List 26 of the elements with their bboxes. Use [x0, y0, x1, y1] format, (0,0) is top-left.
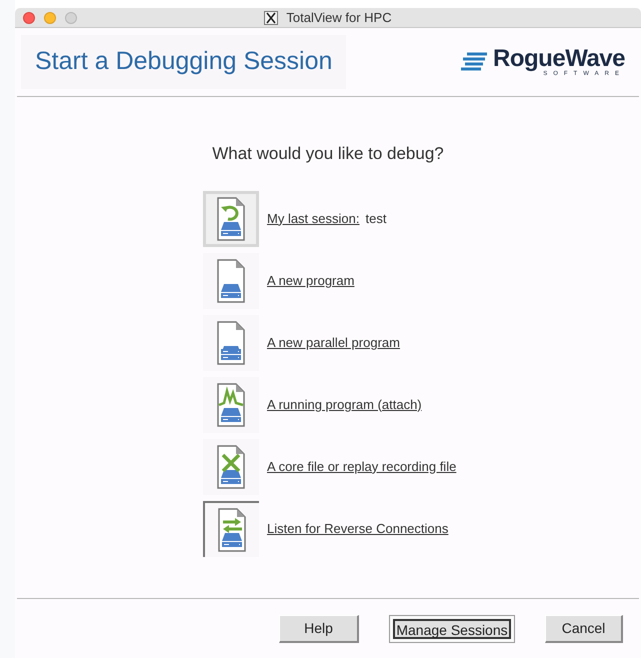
- logo-mark-icon: [461, 52, 490, 72]
- option-tile[interactable]: [203, 376, 259, 432]
- option-link[interactable]: Listen for Reverse Connections: [267, 518, 448, 538]
- option-tile[interactable]: [203, 438, 259, 494]
- session-name: test: [365, 210, 386, 228]
- option-link[interactable]: My last session:: [267, 208, 360, 228]
- dialog-button[interactable]: Help: [279, 614, 359, 642]
- dialog-heading: Start a Debugging Session: [21, 35, 346, 89]
- option-link[interactable]: A core file or replay recording file: [267, 456, 456, 476]
- dialog-button[interactable]: Manage Sessions: [389, 614, 515, 642]
- window-title: TotalView for HPC: [286, 8, 392, 27]
- waveform-file-icon: [215, 382, 247, 426]
- program-file-icon: [215, 258, 247, 302]
- app-icon: [264, 10, 278, 24]
- arrows-file-icon: [216, 508, 248, 552]
- option-tile[interactable]: [203, 314, 259, 370]
- logo-name: RogueWave: [493, 47, 625, 71]
- prompt-text: What would you like to debug?: [212, 143, 444, 165]
- close-icon[interactable]: [23, 12, 35, 24]
- option-tile[interactable]: [203, 252, 259, 308]
- option-link[interactable]: A new program: [267, 270, 354, 290]
- option-link[interactable]: A new parallel program: [267, 332, 400, 352]
- dialog-button[interactable]: Cancel: [545, 614, 623, 642]
- option-tile[interactable]: [203, 500, 259, 556]
- parallel-program-icon: [215, 320, 247, 364]
- option-link[interactable]: A running program (attach): [267, 394, 422, 414]
